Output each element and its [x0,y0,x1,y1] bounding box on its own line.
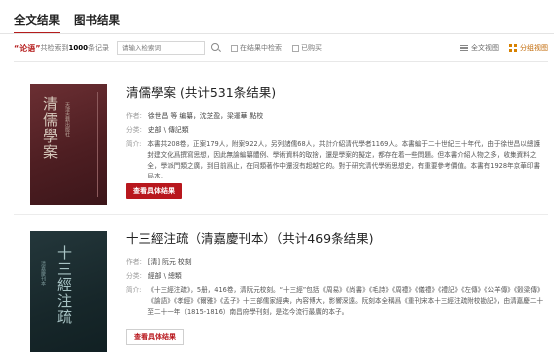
book-title-link[interactable]: 清儒學案 (共计531条结果) [126,82,544,101]
summary-text: 《十三經注疏》，5册，416卷，清阮元校刻。“十三經”包括《周易》《尚書》《毛詩… [147,286,544,316]
tab-divider [0,33,554,34]
search-in-results-label: 在结果中检索 [240,44,282,52]
summary-label: 简介: [126,286,142,294]
category-value: 經部 \ 總類 [147,272,182,280]
category-row: 分类: 史部 \ 傳記類 [126,125,544,136]
checkbox-box[interactable] [292,44,299,52]
search-keyword: “论语” [14,43,41,53]
checkbox-box[interactable] [231,44,238,52]
cover-subtitle: 清嘉慶刊本 [40,261,46,286]
search-in-results-checkbox[interactable]: 在结果中检索 [231,43,282,53]
author-label: 作者: [126,258,142,266]
view-switcher: 全文视图 分组视图 [460,43,548,53]
result-tabs: 全文结果 图书结果 [14,12,120,34]
result-divider [14,214,548,215]
result-count-prefix: 共检索到 [40,44,69,52]
author-value: 徐世昌 等 编纂，沈芝盈，梁運華 點校 [147,112,264,120]
grouped-view-button[interactable]: 分组视图 [509,43,548,53]
tab-fulltext-results[interactable]: 全文结果 [14,12,60,34]
search-icon[interactable] [211,43,221,53]
category-row: 分类: 經部 \ 總類 [126,271,544,282]
view-details-button[interactable]: 查看具体结果 [126,329,184,345]
author-row: 作者: 徐世昌 等 编纂，沈芝盈，梁運華 點校 [126,111,544,122]
author-value: [清] 阮元 校刻 [147,258,192,266]
book-title-link[interactable]: 十三經注疏（清嘉慶刊本）（共计469条结果) [126,228,544,247]
result-count-suffix: 条记录 [88,44,109,52]
result-count: 1000 [68,44,88,52]
category-value: 史部 \ 傳記類 [147,126,189,134]
grid-view-icon [509,44,517,52]
fulltext-view-button[interactable]: 全文视图 [460,43,499,53]
list-view-icon [460,44,468,52]
result-item: 清儒學案 天津古籍出版社 清儒學案 (共计531条结果) 作者: 徐世昌 等 编纂… [14,62,548,212]
author-row: 作者: [清] 阮元 校刻 [126,257,544,268]
result-item: 十三經注疏 清嘉慶刊本 十三經注疏（清嘉慶刊本）（共计469条结果) 作者: [清… [14,216,548,358]
category-label: 分类: [126,272,142,280]
cover-rule [97,92,98,197]
summary-text: 本書共208卷，正案179人，附案922人，另列諸儒68人，共計介紹清代學者11… [147,140,541,178]
author-label: 作者: [126,112,142,120]
category-label: 分类: [126,126,142,134]
view-details-button[interactable]: 查看具体结果 [126,183,182,199]
purchased-checkbox[interactable]: 已购买 [292,43,322,53]
book-cover[interactable]: 清儒學案 天津古籍出版社 [30,84,107,205]
tab-book-results[interactable]: 图书结果 [74,12,120,34]
book-cover[interactable]: 十三經注疏 清嘉慶刊本 [30,231,107,352]
result-info: 十三經注疏（清嘉慶刊本）（共计469条结果) 作者: [清] 阮元 校刻 分类: 經… [126,228,544,345]
cover-title: 十三經注疏 [55,245,73,325]
grouped-view-label: 分组视图 [520,44,548,52]
summary-row: 简介: 本書共208卷，正案179人，附案922人，另列諸儒68人，共計介紹清代… [126,139,544,178]
search-input[interactable] [117,41,205,55]
cover-subtitle: 天津古籍出版社 [64,102,70,137]
filter-bar: “论语” 共检索到 1000 条记录 在结果中检索 已购买 全文视图 分组视图 [14,38,548,58]
summary-label: 简介: [126,140,142,148]
purchased-label: 已购买 [301,44,322,52]
result-info: 清儒學案 (共计531条结果) 作者: 徐世昌 等 编纂，沈芝盈，梁運華 點校 分… [126,82,544,199]
summary-row: 简介: 《十三經注疏》，5册，416卷，清阮元校刻。“十三經”包括《周易》《尚書… [126,285,544,324]
cover-title: 清儒學案 [41,96,59,160]
fulltext-view-label: 全文视图 [471,44,499,52]
